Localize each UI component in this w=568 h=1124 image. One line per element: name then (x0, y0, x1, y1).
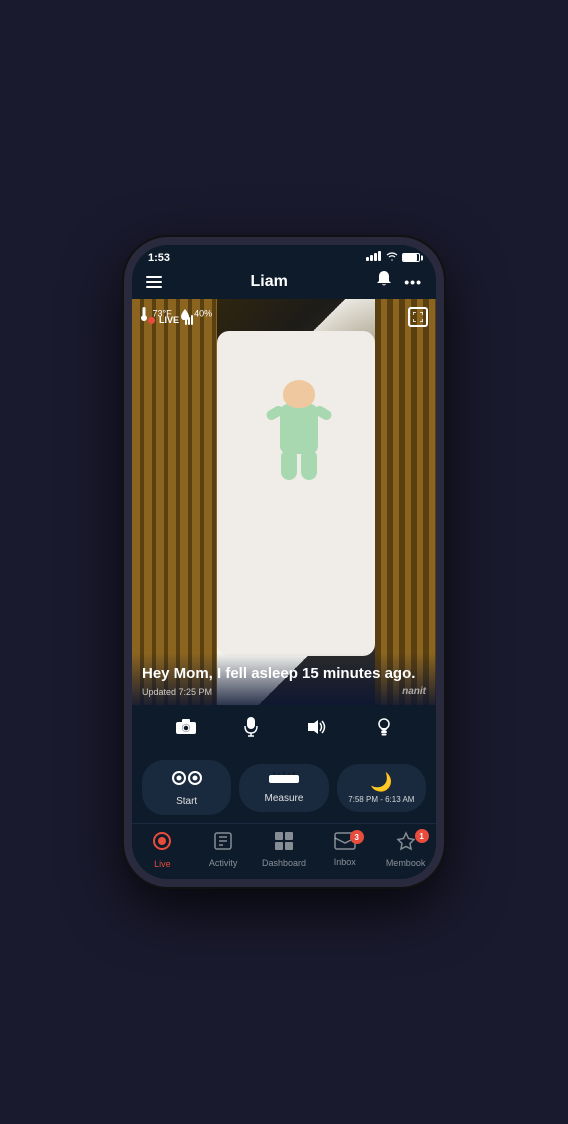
dashboard-nav-label: Dashboard (262, 858, 306, 868)
top-nav: Liam ••• (132, 266, 436, 299)
more-icon[interactable]: ••• (404, 274, 422, 290)
start-label: Start (176, 796, 197, 807)
nanit-watermark: nanit (402, 686, 426, 697)
nav-item-activity[interactable]: Activity (198, 831, 248, 868)
baby-figure (269, 380, 329, 581)
baby-body (280, 404, 318, 454)
start-icon (171, 768, 203, 794)
page-title: Liam (250, 273, 287, 291)
activity-nav-label: Activity (209, 858, 238, 868)
baby-leg-right (301, 452, 317, 480)
membook-nav-icon (396, 831, 416, 856)
live-badge: LIVE (148, 315, 197, 325)
measure-label: Measure (265, 793, 304, 804)
updated-time: Updated 7:25 PM (142, 687, 426, 697)
sound-button[interactable] (302, 715, 332, 744)
camera-overlay: Hey Mom, I fell asleep 15 minutes ago. U… (132, 653, 436, 705)
bottom-nav: Live Activity (132, 823, 436, 879)
membook-nav-label: Membook (386, 858, 426, 868)
crib-mattress (217, 331, 375, 656)
measure-icon (269, 772, 299, 791)
live-nav-label: Live (154, 859, 171, 869)
start-button[interactable]: Start (142, 760, 231, 815)
measure-button[interactable]: Measure (239, 764, 328, 812)
baby-legs (281, 452, 317, 480)
bell-icon[interactable] (376, 270, 392, 293)
status-time: 1:53 (148, 252, 170, 264)
camera-feed: LIVE 73°F (132, 299, 436, 705)
microphone-button[interactable] (240, 713, 262, 746)
sleep-time: 7:58 PM - 6:13 AM (348, 795, 414, 804)
nav-item-live[interactable]: Live (137, 830, 187, 869)
inbox-nav-label: Inbox (334, 857, 356, 867)
menu-button[interactable] (146, 276, 162, 288)
nav-item-inbox[interactable]: 3 Inbox (320, 832, 370, 867)
nav-icons: ••• (376, 270, 422, 293)
moon-icon: 🌙 (370, 772, 392, 793)
phone-screen: 1:53 (132, 245, 436, 879)
live-dot (148, 317, 155, 324)
battery-icon (402, 253, 420, 262)
camera-button[interactable] (172, 715, 200, 744)
nav-item-membook[interactable]: 1 Membook (381, 831, 431, 868)
crib-slats-left (132, 299, 217, 705)
crib-slats-right (375, 299, 436, 705)
baby-arm-left (265, 404, 286, 422)
activity-nav-icon (213, 831, 233, 856)
membook-badge: 1 (415, 829, 429, 843)
baby-head (283, 380, 315, 408)
inbox-badge: 3 (350, 830, 364, 844)
signal-icon (366, 251, 382, 264)
phone-frame: 1:53 (124, 237, 444, 887)
light-button[interactable] (372, 713, 396, 746)
baby-leg-left (281, 452, 297, 480)
sleep-pill[interactable]: 🌙 7:58 PM - 6:13 AM (337, 764, 426, 812)
wifi-icon (386, 251, 398, 264)
dashboard-nav-icon (274, 831, 294, 856)
camera-background (132, 299, 436, 705)
nav-item-dashboard[interactable]: Dashboard (259, 831, 309, 868)
fullscreen-button[interactable] (408, 307, 428, 327)
controls-row (132, 705, 436, 754)
live-nav-icon (151, 830, 173, 857)
sleep-message: Hey Mom, I fell asleep 15 minutes ago. (142, 665, 426, 683)
baby-arm-right (313, 404, 334, 422)
notch (234, 245, 334, 263)
action-buttons: Start Measure 🌙 (132, 754, 436, 823)
